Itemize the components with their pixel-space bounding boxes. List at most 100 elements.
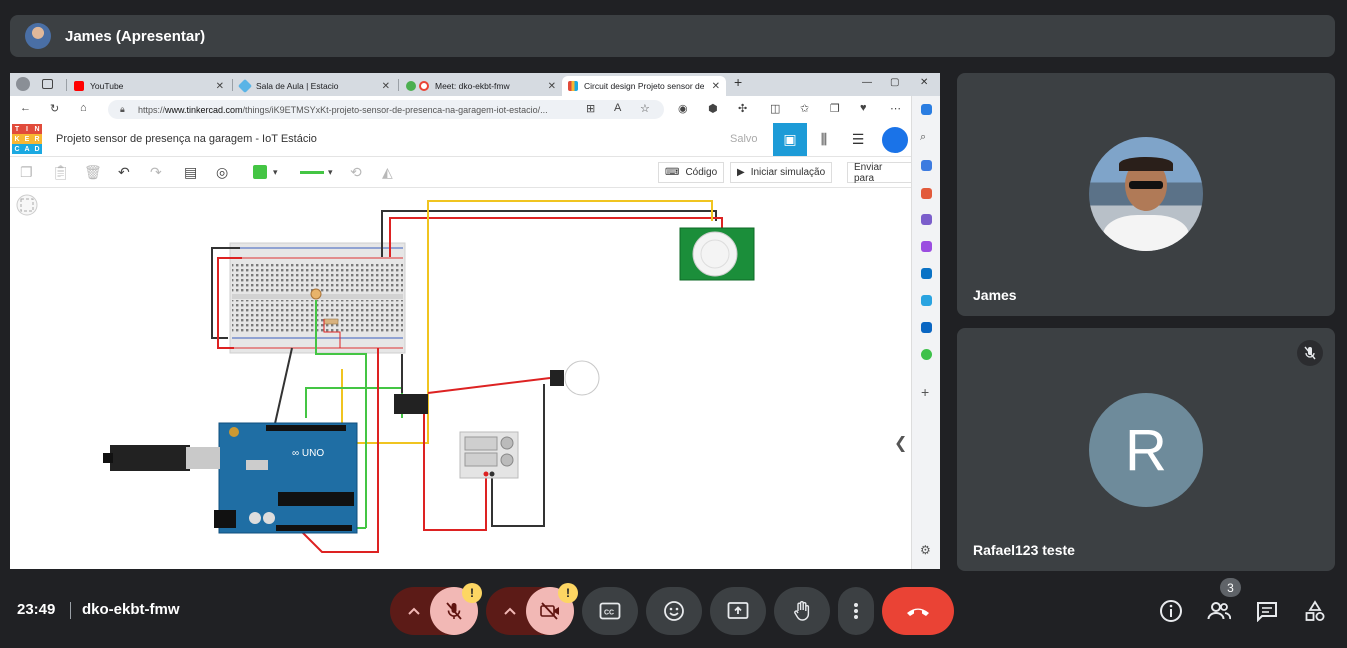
- view-notes-icon[interactable]: ◎: [216, 164, 228, 181]
- favorite-star-icon[interactable]: ☆: [640, 102, 650, 115]
- more-options-button[interactable]: [838, 587, 874, 635]
- copilot-app-icon[interactable]: [921, 241, 932, 252]
- people-button[interactable]: [1206, 598, 1232, 624]
- address-bar[interactable]: 🔒︎ https://www.tinkercad.com/things/iK9E…: [108, 100, 664, 119]
- copilot-icon[interactable]: [921, 104, 932, 115]
- camera-warning-badge[interactable]: !: [558, 583, 578, 603]
- close-icon[interactable]: ✕: [548, 81, 556, 92]
- user-avatar[interactable]: [880, 125, 910, 155]
- split-tab-icon[interactable]: ◫: [770, 102, 780, 115]
- circuit-view-icon[interactable]: ▣: [773, 123, 807, 156]
- activities-button[interactable]: [1302, 598, 1328, 624]
- tab-youtube[interactable]: YouTube ✕: [68, 76, 230, 96]
- reactions-button[interactable]: [646, 587, 702, 635]
- more-menu-icon[interactable]: ⋯: [890, 102, 901, 115]
- close-icon[interactable]: ✕: [712, 81, 720, 92]
- fit-view-icon[interactable]: [16, 194, 38, 216]
- close-window-icon[interactable]: ✕: [920, 77, 928, 88]
- pir-sensor[interactable]: [679, 227, 755, 281]
- shield-icon[interactable]: ⬢: [708, 102, 718, 115]
- wire-type-icon[interactable]: [300, 171, 324, 174]
- chevron-down-icon[interactable]: ▾: [328, 167, 333, 178]
- captions-button[interactable]: CC: [582, 587, 638, 635]
- split-screen-icon[interactable]: ⊞: [586, 102, 595, 115]
- tab-meet[interactable]: Meet: dko-ekbt-fmw ✕: [400, 76, 562, 96]
- light-bulb[interactable]: [550, 360, 600, 396]
- rotate-icon[interactable]: ⟲: [350, 164, 362, 181]
- extensions-puzzle-icon[interactable]: ✣: [738, 102, 747, 115]
- paste-icon[interactable]: 📋︎: [52, 164, 70, 181]
- restore-icon[interactable]: ▢: [890, 77, 899, 88]
- copy-icon[interactable]: ❐: [20, 164, 33, 181]
- outlook-icon[interactable]: [921, 268, 932, 279]
- close-icon[interactable]: ✕: [216, 81, 224, 92]
- collapse-panel-icon[interactable]: ❮: [894, 433, 907, 453]
- tinkercad-logo[interactable]: T I N K E R C A D: [12, 124, 42, 154]
- play-icon: ▶: [737, 167, 745, 178]
- participant-tile-rafael[interactable]: R Rafael123 teste: [957, 328, 1335, 571]
- profile-icon[interactable]: [16, 77, 30, 91]
- shopping-icon[interactable]: [921, 160, 932, 171]
- resistor[interactable]: [323, 318, 339, 325]
- component-list-icon[interactable]: ☰: [841, 123, 875, 156]
- tab-actions-icon[interactable]: [42, 79, 53, 89]
- wire-color-swatch[interactable]: [253, 165, 267, 179]
- save-status: Salvo: [730, 133, 758, 145]
- settings-icon[interactable]: ⚙: [920, 543, 931, 557]
- photoresistor[interactable]: [310, 288, 322, 300]
- minimize-icon[interactable]: —: [862, 77, 872, 88]
- meeting-details-button[interactable]: [1158, 598, 1184, 624]
- arduino-uno[interactable]: ∞ UNO: [103, 422, 358, 534]
- chat-button[interactable]: [1254, 598, 1280, 624]
- circuit-drawing: ∞ UNO: [16, 194, 755, 553]
- presenter-label: James (Apresentar): [65, 27, 206, 45]
- chevron-down-icon[interactable]: ▾: [273, 167, 278, 178]
- logo-letter: A: [22, 144, 32, 154]
- start-simulation-button[interactable]: ▶ Iniciar simulação: [730, 162, 833, 183]
- circuit-canvas[interactable]: ∞ UNO ❮: [10, 188, 911, 569]
- read-aloud-icon[interactable]: A: [614, 102, 621, 114]
- more-vert-icon: [854, 603, 858, 619]
- undo-icon[interactable]: ↶: [118, 164, 130, 181]
- back-icon[interactable]: ←: [20, 102, 31, 114]
- meet-icon: [406, 81, 416, 91]
- tools-icon[interactable]: [921, 188, 932, 199]
- code-button[interactable]: ⌨ Código: [658, 162, 725, 183]
- refresh-icon[interactable]: ↻: [50, 102, 59, 115]
- delete-icon[interactable]: 🗑︎: [84, 164, 102, 181]
- raise-hand-button[interactable]: [774, 587, 830, 635]
- relay[interactable]: [394, 394, 428, 414]
- send-to-button[interactable]: Enviar para: [847, 162, 911, 184]
- home-icon[interactable]: ⌂: [80, 102, 87, 114]
- schematic-view-icon[interactable]: ⫼: [807, 123, 841, 156]
- chevron-up-icon[interactable]: [404, 601, 424, 621]
- present-button[interactable]: [710, 587, 766, 635]
- meeting-code[interactable]: dko-ekbt-fmw: [82, 601, 180, 618]
- flip-icon[interactable]: ◭: [382, 164, 393, 181]
- extension-icon[interactable]: ◉: [678, 102, 688, 115]
- maps-icon[interactable]: [921, 349, 932, 360]
- telegram-icon[interactable]: [921, 295, 932, 306]
- leave-call-button[interactable]: [882, 587, 954, 635]
- new-tab-icon[interactable]: +: [734, 74, 742, 90]
- search-icon[interactable]: ⌕: [920, 131, 926, 144]
- project-title[interactable]: Projeto sensor de presença na garagem - …: [56, 133, 317, 145]
- tab-sala-de-aula[interactable]: Sala de Aula | Estacio ✕: [234, 76, 396, 96]
- tinkercad-header: T I N K E R C A D Projeto sensor de pres…: [10, 123, 911, 157]
- divider: [70, 602, 71, 619]
- notes-icon[interactable]: ▤: [184, 164, 197, 181]
- redo-icon[interactable]: ↷: [150, 164, 162, 181]
- power-supply[interactable]: [459, 431, 519, 479]
- favorites-icon[interactable]: ✩: [800, 102, 809, 115]
- performance-icon[interactable]: ♥: [860, 102, 867, 114]
- games-icon[interactable]: [921, 214, 932, 225]
- tab-tinkercad[interactable]: Circuit design Projeto sensor de ✕: [562, 76, 726, 96]
- chevron-up-icon[interactable]: [500, 601, 520, 621]
- mic-warning-badge[interactable]: !: [462, 583, 482, 603]
- svg-text:CC: CC: [604, 610, 614, 617]
- collections-icon[interactable]: ❐: [830, 102, 840, 115]
- linkedin-icon[interactable]: [921, 322, 932, 333]
- add-icon[interactable]: +: [921, 384, 929, 400]
- close-icon[interactable]: ✕: [382, 81, 390, 92]
- participant-tile-james[interactable]: James: [957, 73, 1335, 316]
